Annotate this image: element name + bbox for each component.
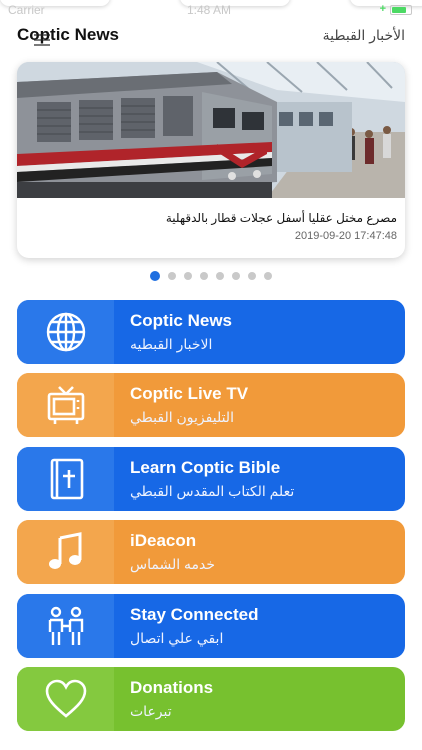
coptic-live-tv-button[interactable]: Coptic Live TV التليفزيون القبطي (17, 373, 405, 438)
carousel-dot[interactable] (184, 272, 192, 280)
news-headline: مصرع مختل عقليا أسفل عجلات قطار بالدقهلي… (165, 211, 397, 225)
news-card[interactable]: مصرع مختل عقليا أسفل عجلات قطار بالدقهلي… (17, 62, 405, 258)
menu-label-arabic: تعلم الكتاب المقدس القبطي (130, 482, 295, 499)
status-bar: Carrier 1:48 AM + (0, 0, 422, 22)
menu-label: Coptic Live TV (130, 384, 249, 404)
app-header: Coptic News الأخبار القبطية (0, 22, 422, 54)
hamburger-menu-icon[interactable] (34, 34, 50, 46)
coptic-news-button[interactable]: Coptic News الاخبار القبطيه (17, 300, 405, 364)
ideacon-button[interactable]: iDeacon خدمه الشماس (17, 520, 405, 585)
stay-connected-button[interactable]: Stay Connected ابقي علي اتصال (17, 593, 405, 658)
battery-icon (390, 5, 412, 15)
carrier-label: Carrier (8, 3, 45, 17)
globe-icon (17, 300, 114, 364)
carousel-dot[interactable] (264, 272, 272, 280)
heart-icon (17, 666, 114, 731)
menu-label: Coptic News (130, 311, 233, 330)
carousel-pagination[interactable] (0, 271, 422, 284)
carousel-dot[interactable] (150, 271, 160, 281)
menu-label: Learn Coptic Bible (130, 457, 281, 477)
carousel-dot[interactable] (200, 272, 208, 280)
page-title: Coptic News (17, 25, 120, 44)
news-image (17, 62, 405, 198)
menu-label: Stay Connected (130, 604, 259, 624)
page-title-arabic: الأخبار القبطية (322, 27, 405, 43)
carousel-dot[interactable] (168, 272, 176, 280)
carousel-dot[interactable] (232, 272, 240, 280)
menu-label: iDeacon (130, 531, 197, 551)
people-icon (17, 593, 114, 658)
music-note-icon (17, 520, 114, 585)
charging-icon: + (379, 3, 386, 15)
menu-label: Donations (130, 677, 214, 697)
menu-label-arabic: خدمه الشماس (130, 556, 215, 573)
menu-label-arabic: الاخبار القبطيه (130, 336, 213, 352)
menu-label-arabic: ابقي علي اتصال (130, 629, 224, 646)
news-date: 2019-09-20 17:47:48 (294, 230, 397, 242)
menu-label-arabic: التليفزيون القبطي (130, 409, 234, 426)
bible-icon (17, 446, 114, 511)
main-menu: Coptic News الاخبار القبطيه Coptic Live … (17, 300, 405, 740)
carousel-dot[interactable] (216, 272, 224, 280)
learn-coptic-bible-button[interactable]: Learn Coptic Bible تعلم الكتاب المقدس ال… (17, 446, 405, 511)
status-time: 1:48 AM (187, 3, 232, 17)
donations-button[interactable]: Donations تبرعات (17, 666, 405, 731)
tv-icon (17, 373, 114, 438)
carousel-dot[interactable] (248, 272, 256, 280)
menu-label-arabic: تبرعات (130, 702, 172, 719)
